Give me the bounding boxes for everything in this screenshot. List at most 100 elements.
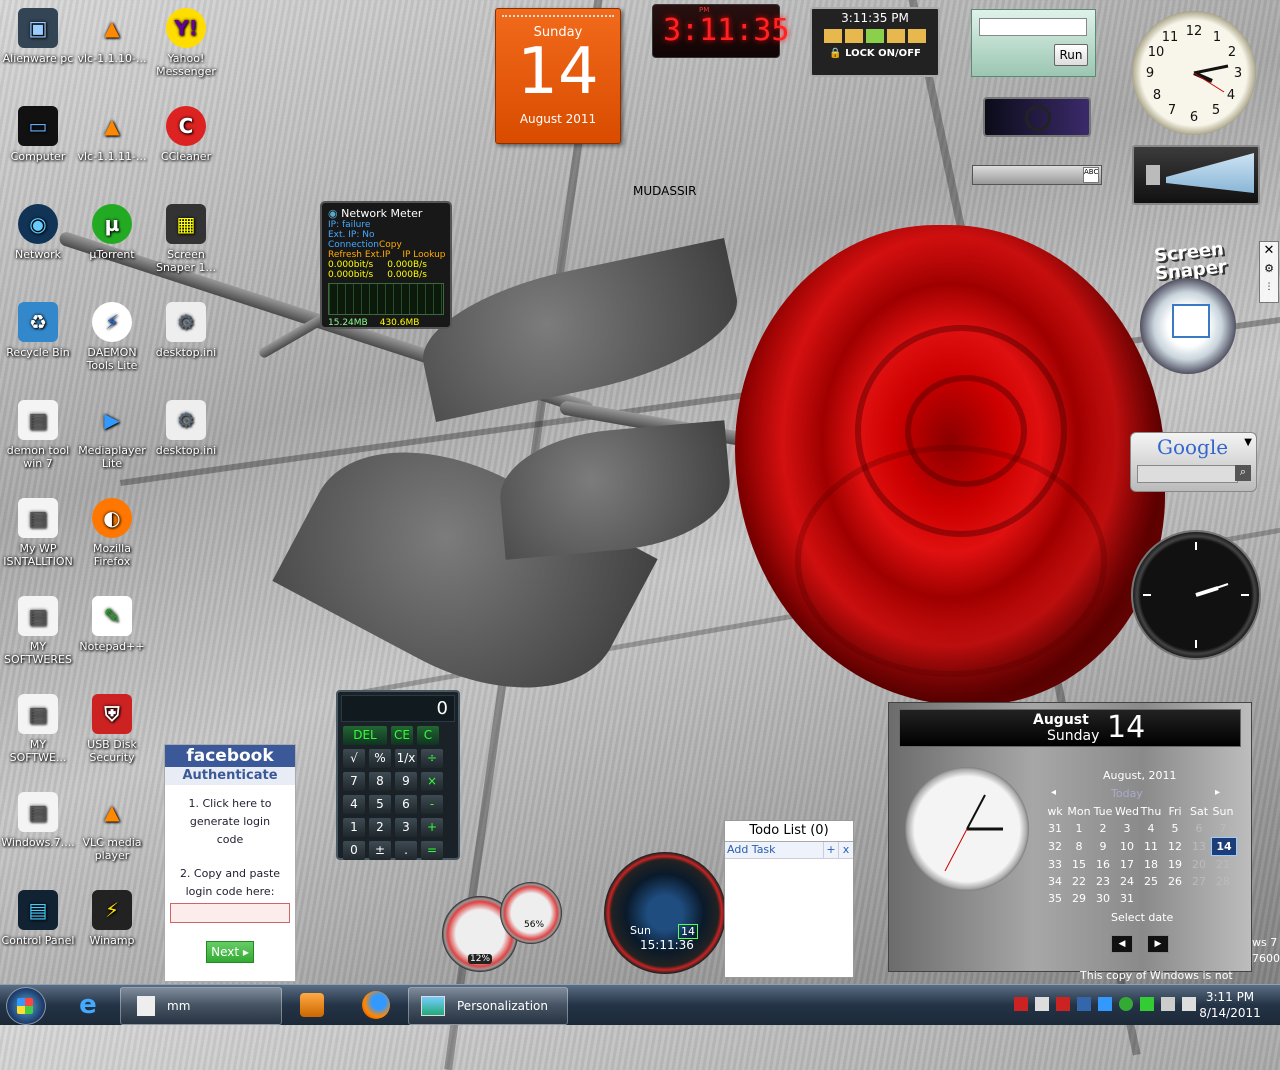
calendar-day[interactable]: 20 [1187,856,1211,873]
calculator-key[interactable]: 2 [369,818,391,837]
firefox-taskbar-icon[interactable] [362,991,390,1019]
close-todo-button[interactable]: x [838,842,853,858]
calendar-day[interactable]: 26 [1163,873,1187,890]
desktop-shortcut[interactable]: ⛨ USB Disk Security [74,694,150,764]
utorrent-tray-icon[interactable] [1119,997,1133,1011]
run-input[interactable] [979,18,1087,36]
key-button[interactable] [887,29,905,43]
calculator-key[interactable]: ÷ [421,749,443,768]
lock-button-2[interactable] [908,29,926,43]
options-icon[interactable]: ⚙ [1260,260,1278,278]
calendar-day[interactable]: 3 [1115,820,1139,837]
media-player-icon[interactable] [300,993,324,1017]
calculator-key[interactable]: ± [369,841,391,860]
refresh-ip-link[interactable]: Refresh Ext.IP [328,250,390,260]
desktop-shortcut[interactable]: ▶ Mediaplayer Lite [74,400,150,471]
calendar-day[interactable] [1187,890,1211,907]
calendar-day[interactable]: 13 [1187,838,1211,855]
calculator-key[interactable]: 0 [343,841,365,860]
taskbar-item-personalization[interactable]: Personalization [408,987,568,1025]
calendar-day[interactable]: 1 [1067,820,1091,837]
desktop-shortcut[interactable]: ▲ vlc-1.1.10-... [74,8,150,66]
desktop-shortcut[interactable]: ⚙ desktop.ini [148,400,224,457]
ram-gauge[interactable]: 56% [500,882,562,944]
close-icon[interactable]: ✕ [1260,242,1278,260]
calculator-key[interactable]: C [417,726,439,745]
drag-handle-icon[interactable]: ⋮ [1260,278,1278,296]
calendar-day[interactable]: 30 [1091,890,1115,907]
calendar-day[interactable]: 7 [1211,820,1235,837]
lock-gadget[interactable]: 3:11:35 PM 🔒 LOCK ON/OFF [810,7,940,77]
volume-gadget[interactable] [1132,145,1260,205]
calculator-key[interactable]: 3 [395,818,417,837]
prev-date-button[interactable]: ◀ [1111,935,1133,953]
today-link[interactable]: Today [1111,787,1143,800]
calculator-key[interactable]: + [421,818,443,837]
desktop-shortcut[interactable]: ▤ demon tool win 7 [0,400,76,470]
calendar-day[interactable]: 15 [1067,856,1091,873]
calendar-day[interactable]: 5 [1163,820,1187,837]
screen-snaper-gadget[interactable]: Screen Snaper [1130,238,1250,374]
calendar-day[interactable]: 21 [1211,856,1235,873]
calendar-day[interactable]: 9 [1091,838,1115,855]
calendar-day[interactable]: 28 [1211,873,1235,890]
calendar-day[interactable]: 12 [1163,838,1187,855]
next-date-button[interactable]: ▶ [1147,935,1169,953]
copy-link[interactable]: Copy [379,240,402,250]
windows-tray-icon[interactable] [1098,997,1112,1011]
desktop-shortcut[interactable]: ⚙ desktop.ini [148,302,224,359]
spellcheck-gadget[interactable]: ABC [972,165,1102,185]
power-button[interactable] [845,29,863,43]
security-icon[interactable] [1056,997,1070,1011]
login-code-input[interactable] [170,903,290,923]
lock-button-1[interactable] [824,29,842,43]
calculator-key[interactable]: 7 [343,772,365,791]
start-button[interactable] [6,987,46,1025]
add-task-button[interactable]: + [823,842,838,858]
calendar-day[interactable]: 19 [1163,856,1187,873]
desktop-shortcut[interactable]: ▭ Computer [0,106,76,163]
calculator-key[interactable]: 1/x [395,749,417,768]
desktop-shortcut[interactable]: ▤ Control Panel [0,890,76,947]
calculator-key[interactable]: 9 [395,772,417,791]
desktop-shortcut[interactable]: ▲ VLC media player [74,792,150,863]
calendar-day[interactable] [1139,890,1163,907]
calculator-key[interactable]: 4 [343,795,365,814]
analog-clock-gadget[interactable]: 12 1 2 3 4567 8 9 10 11 [1132,11,1256,135]
shield-icon[interactable] [1014,997,1028,1011]
calendar-day[interactable]: 24 [1115,873,1139,890]
taskbar-clock[interactable]: 3:11 PM 8/14/2011 [1190,989,1270,1021]
desktop-shortcut[interactable]: ▤ MY SOFTWE... [0,694,76,764]
run-button[interactable]: Run [1054,44,1088,66]
calendar-day[interactable]: 31 [1115,890,1139,907]
calendar-prev-month[interactable]: ◂ [1051,787,1056,798]
lock-toggle[interactable]: 🔒 LOCK ON/OFF [812,48,938,59]
settings-button[interactable] [866,29,884,43]
calculator-key[interactable]: . [395,841,417,860]
network-meter-gadget[interactable]: ◉ Network Meter IP: failure Ext. IP: No … [320,201,452,329]
search-icon[interactable]: ⌕ [1235,465,1251,481]
desktop-shortcut[interactable]: ▤ MY SOFTWERES [0,596,76,666]
calendar-next-month[interactable]: ▸ [1215,787,1220,798]
flag-icon[interactable] [1035,997,1049,1011]
calculator-key[interactable]: × [421,772,443,791]
google-menu-icon[interactable]: ▼ [1244,437,1252,448]
calculator-key[interactable]: √ [343,749,365,768]
network-tray-icon[interactable] [1077,997,1091,1011]
calendar-day[interactable]: 23 [1091,873,1115,890]
desktop-shortcut[interactable]: ◉ Network [0,204,76,261]
taskbar-item-mm[interactable]: mm [120,987,282,1025]
ip-lookup-link[interactable]: IP Lookup [402,250,445,260]
calendar-day[interactable] [1211,890,1235,907]
desktop-shortcut[interactable]: ▣ Alienware pc [0,8,76,65]
calculator-key[interactable]: - [421,795,443,814]
desktop-shortcut[interactable]: ⚡ Winamp [74,890,150,947]
desktop-shortcut[interactable]: ♻ Recycle Bin [0,302,76,359]
generate-code-link[interactable]: 1. Click here to generate login code [175,795,285,849]
desktop-shortcut[interactable]: µ µTorrent [74,204,150,261]
calendar-day[interactable]: 8 [1067,838,1091,855]
calculator-key[interactable]: 1 [343,818,365,837]
calculator-key[interactable]: 6 [395,795,417,814]
digital-clock-gadget[interactable]: PM 3:11:35 [652,4,789,58]
desktop-shortcut[interactable]: ▤ My WP ISNTALLTION [0,498,76,568]
